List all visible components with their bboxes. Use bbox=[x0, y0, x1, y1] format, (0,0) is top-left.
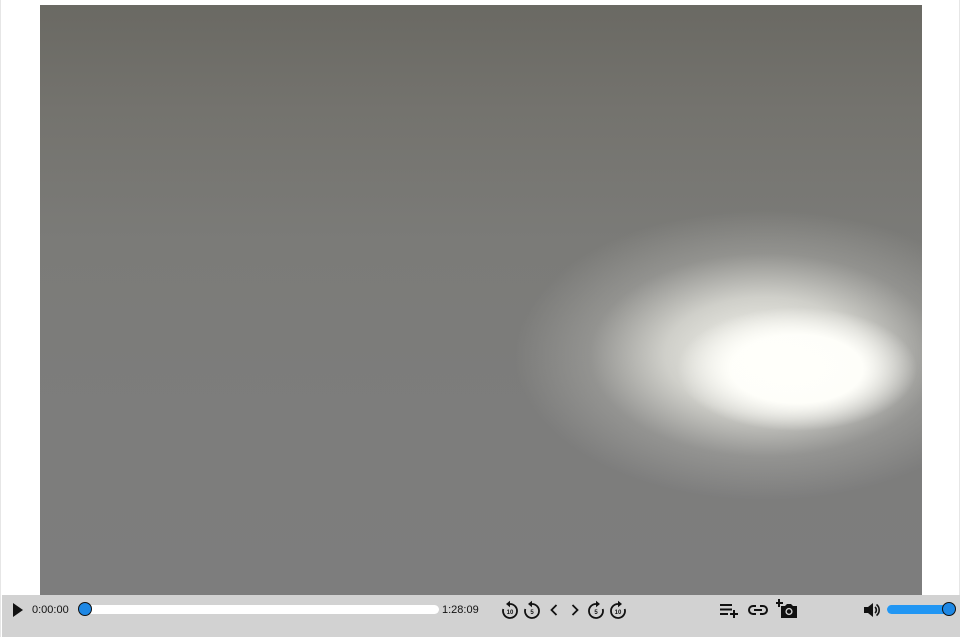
rewind-10-button[interactable]: 10 bbox=[501, 600, 519, 620]
forward-10-button[interactable]: 10 bbox=[609, 600, 627, 620]
rewind-5-button[interactable]: 5 bbox=[523, 600, 541, 620]
seek-bar-thumb[interactable] bbox=[78, 602, 92, 616]
volume-slider-fill bbox=[887, 605, 949, 614]
rewind-10-label: 10 bbox=[507, 610, 514, 616]
screenshot-button[interactable] bbox=[775, 598, 799, 620]
copy-link-button[interactable] bbox=[747, 600, 769, 620]
volume-up-icon bbox=[864, 603, 880, 617]
volume-button[interactable] bbox=[862, 600, 882, 620]
forward-5-label: 5 bbox=[594, 610, 598, 616]
playlist-add-icon bbox=[720, 604, 738, 618]
forward-5-icon: 5 bbox=[588, 600, 604, 619]
volume-slider-thumb[interactable] bbox=[942, 602, 956, 616]
play-icon bbox=[13, 603, 23, 617]
player-frame: 0:00:00 1:28:09 10 5 5 10 bbox=[0, 0, 960, 637]
add-photo-icon bbox=[776, 599, 797, 618]
chevron-left-icon bbox=[550, 604, 558, 616]
rewind-5-label: 5 bbox=[530, 610, 534, 616]
replay-5-icon: 5 bbox=[524, 600, 540, 619]
next-frame-button[interactable] bbox=[568, 601, 582, 619]
volume-slider[interactable] bbox=[887, 602, 956, 616]
add-to-playlist-button[interactable] bbox=[718, 600, 740, 620]
forward-10-label: 10 bbox=[615, 610, 622, 616]
current-time: 0:00:00 bbox=[32, 604, 69, 616]
chevron-right-icon bbox=[571, 604, 579, 616]
replay-10-icon: 10 bbox=[502, 600, 518, 619]
seek-bar[interactable] bbox=[78, 602, 439, 616]
control-bar: 0:00:00 1:28:09 10 5 5 10 bbox=[2, 595, 960, 637]
video-viewport[interactable] bbox=[40, 5, 922, 595]
link-icon bbox=[748, 605, 768, 615]
prev-frame-button[interactable] bbox=[547, 601, 561, 619]
forward-10-icon: 10 bbox=[610, 600, 626, 619]
play-button[interactable] bbox=[10, 601, 26, 619]
forward-5-button[interactable]: 5 bbox=[587, 600, 605, 620]
duration: 1:28:09 bbox=[442, 604, 479, 616]
